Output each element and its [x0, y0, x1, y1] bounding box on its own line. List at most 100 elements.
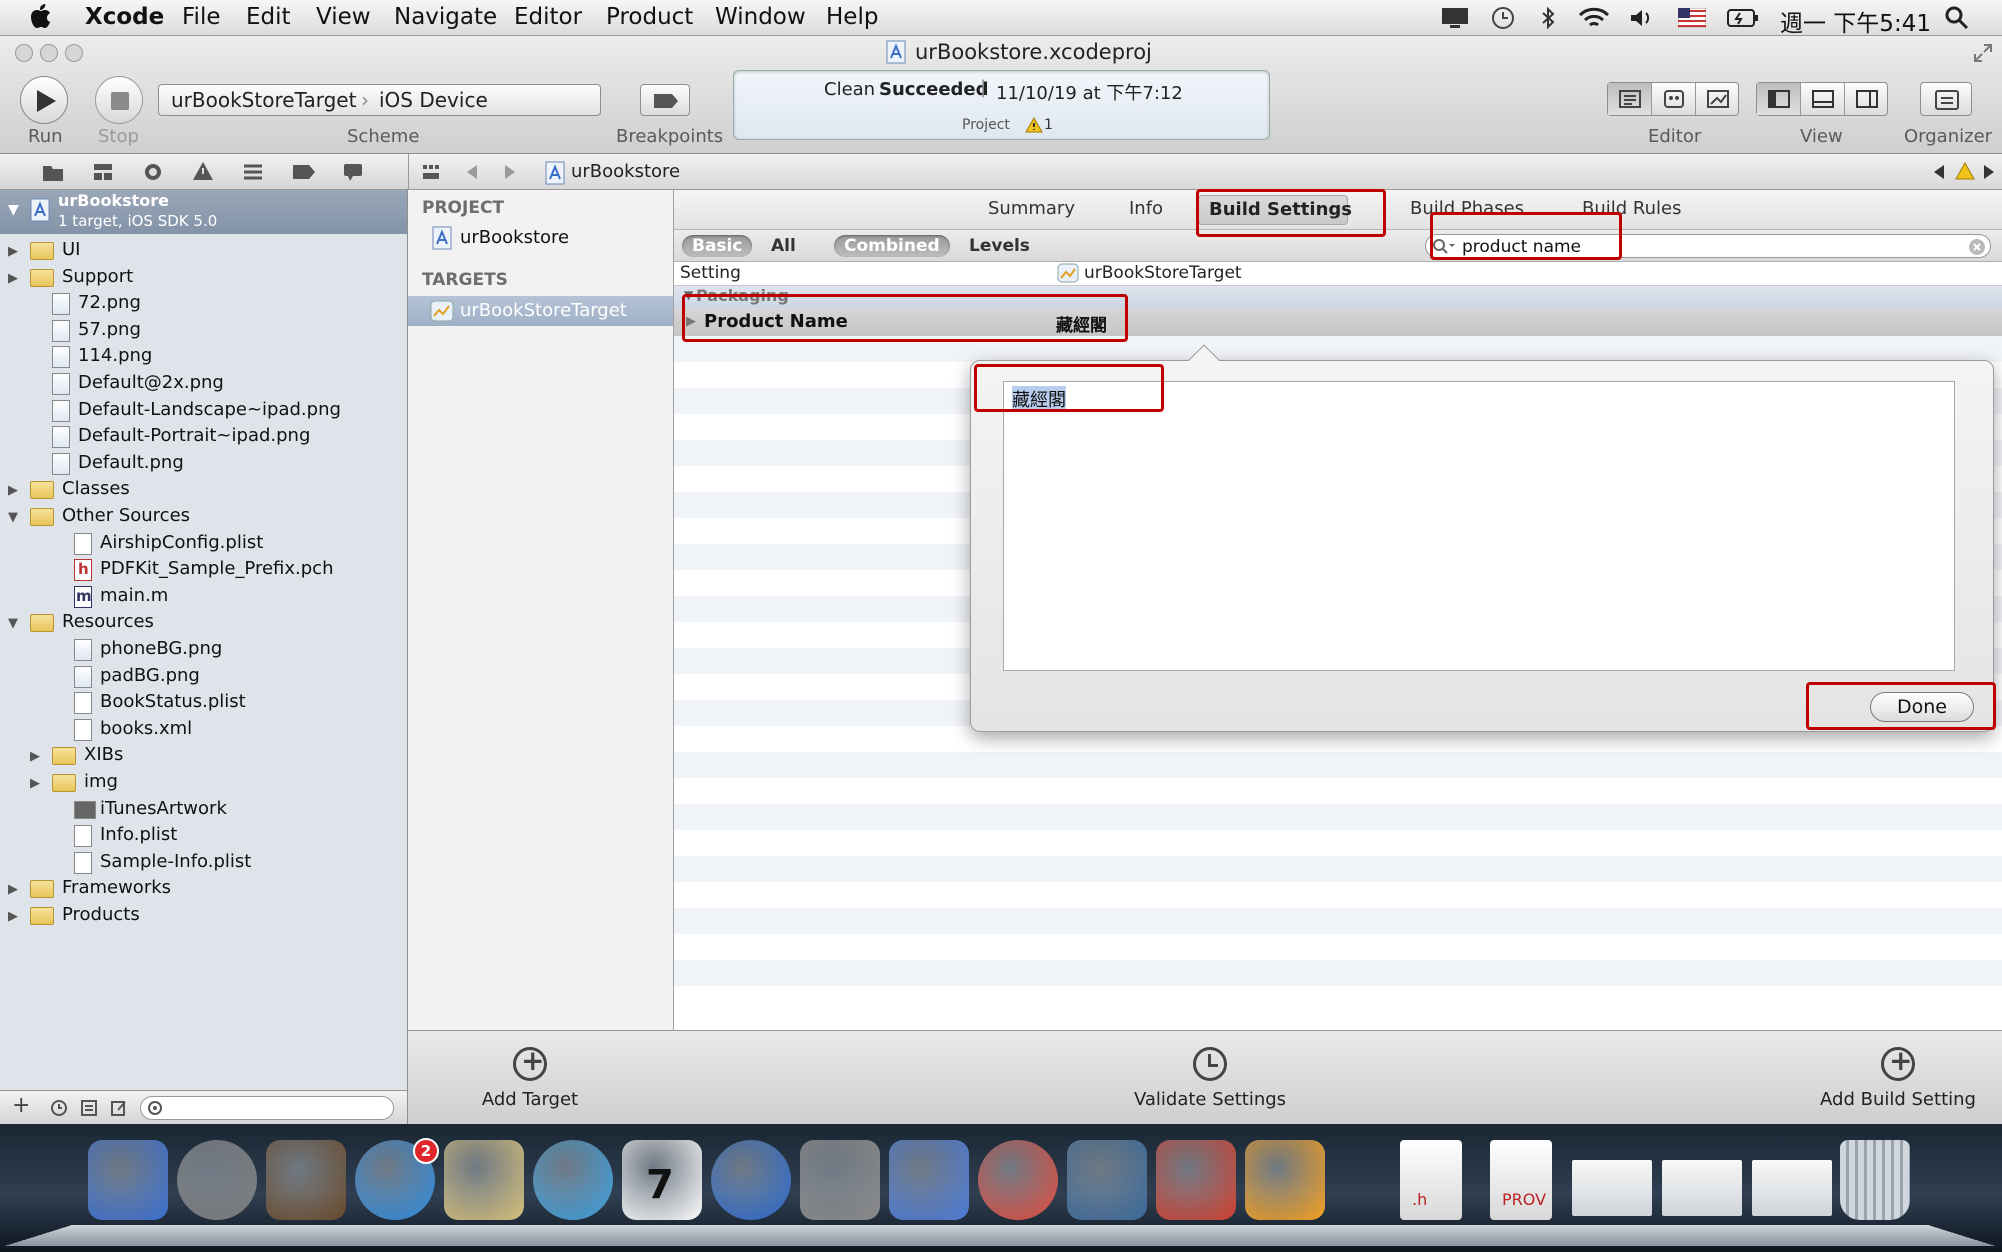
navigator-filter-field[interactable]	[140, 1096, 394, 1120]
menu-file[interactable]: File	[182, 4, 221, 30]
disclosure-closed-icon[interactable]: ▶	[30, 776, 40, 791]
launchpad-icon[interactable]	[177, 1140, 257, 1220]
tree-item-info-plist[interactable]: Info.plist	[0, 823, 407, 849]
log-navigator-icon[interactable]	[342, 162, 364, 182]
itunes-icon[interactable]	[711, 1140, 791, 1220]
tree-item-support[interactable]: ▶ Support	[0, 265, 407, 291]
version-editor-button[interactable]	[1696, 83, 1739, 115]
organizer-button[interactable]	[1920, 82, 1972, 116]
assistant-editor-button[interactable]	[1652, 83, 1696, 115]
filter-basic[interactable]: Basic	[682, 235, 753, 257]
dock-document-icon[interactable]: PROV	[1490, 1140, 1552, 1220]
tree-item-books-xml[interactable]: books.xml	[0, 717, 407, 743]
toggle-navigator-button[interactable]	[1757, 83, 1801, 115]
tree-item-114-png[interactable]: 114.png	[0, 344, 407, 370]
filter-all[interactable]: All	[761, 235, 806, 257]
input-source-flag-icon[interactable]	[1678, 8, 1706, 28]
zoom-window-button[interactable]	[65, 44, 83, 62]
validate-settings-button[interactable]: Validate Settings	[1120, 1047, 1300, 1110]
related-items-icon[interactable]	[421, 163, 441, 181]
volume-icon[interactable]	[1628, 6, 1656, 30]
menu-window[interactable]: Window	[715, 4, 806, 30]
time-machine-icon[interactable]	[1490, 5, 1516, 31]
minimize-window-button[interactable]	[40, 44, 58, 62]
project-item[interactable]: urBookstore	[408, 224, 673, 252]
run-button[interactable]	[20, 76, 68, 124]
menu-app-name[interactable]: Xcode	[85, 4, 164, 30]
disclosure-open-icon[interactable]: ▼	[8, 510, 18, 525]
back-arrow-icon[interactable]	[465, 163, 479, 181]
unsaved-files-icon[interactable]	[80, 1099, 98, 1117]
display-icon[interactable]	[1440, 6, 1470, 30]
disclosure-closed-icon[interactable]: ▶	[30, 749, 40, 764]
tree-item-default-png[interactable]: Default.png	[0, 451, 407, 477]
safari-icon[interactable]	[533, 1140, 613, 1220]
breakpoint-navigator-icon[interactable]	[292, 163, 316, 181]
disclosure-open-icon[interactable]: ▼	[8, 202, 19, 218]
tree-item-classes[interactable]: ▶ Classes	[0, 477, 407, 503]
tree-item-other-sources[interactable]: ▼ Other Sources	[0, 504, 407, 530]
jumpbar-crumb[interactable]: urBookstore	[571, 161, 680, 182]
disclosure-closed-icon[interactable]: ▶	[8, 271, 18, 286]
tree-item-pdfkit-sample-prefix-pch[interactable]: h PDFKit_Sample_Prefix.pch	[0, 557, 407, 583]
navigator-root-row[interactable]: ▼ urBookstore 1 target, iOS SDK 5.0	[0, 190, 407, 234]
apple-menu-icon[interactable]	[30, 4, 54, 30]
menu-edit[interactable]: Edit	[246, 4, 291, 30]
photo-booth-icon[interactable]	[266, 1140, 346, 1220]
menu-editor[interactable]: Editor	[514, 4, 582, 30]
disclosure-open-icon[interactable]: ▼	[8, 616, 18, 631]
popover-text-area[interactable]: 藏經閣	[1003, 381, 1955, 671]
bluetooth-icon[interactable]	[1540, 5, 1556, 31]
finder-icon[interactable]	[88, 1140, 168, 1220]
tree-item-frameworks[interactable]: ▶ Frameworks	[0, 876, 407, 902]
app-icon[interactable]	[1156, 1140, 1236, 1220]
clear-search-icon[interactable]	[1968, 238, 1986, 256]
next-issue-icon[interactable]	[1982, 163, 1996, 181]
add-target-button[interactable]: + Add Target	[460, 1044, 600, 1110]
battery-icon[interactable]	[1726, 7, 1760, 29]
add-build-setting-button[interactable]: + Add Build Setting	[1808, 1044, 1988, 1110]
xcode-icon[interactable]	[889, 1140, 969, 1220]
disclosure-closed-icon[interactable]: ▶	[8, 882, 18, 897]
wifi-icon[interactable]	[1578, 5, 1610, 31]
issue-warning-icon[interactable]	[1955, 162, 1975, 180]
toggle-utilities-button[interactable]	[1845, 83, 1888, 115]
menu-help[interactable]: Help	[826, 4, 878, 30]
issue-navigator-icon[interactable]	[192, 161, 214, 181]
tab-info[interactable]: Info	[1129, 198, 1163, 219]
disclosure-closed-icon[interactable]: ▶	[8, 483, 18, 498]
target-item[interactable]: urBookStoreTarget	[408, 296, 673, 326]
add-file-icon[interactable]: +	[12, 1093, 30, 1118]
tree-item-resources[interactable]: ▼ Resources	[0, 610, 407, 636]
close-window-button[interactable]	[15, 44, 33, 62]
tree-item-default-2x-png[interactable]: Default@2x.png	[0, 371, 407, 397]
warning-icon[interactable]	[1025, 117, 1043, 133]
minimized-window-thumbnail[interactable]	[1572, 1160, 1652, 1216]
menu-navigate[interactable]: Navigate	[394, 4, 497, 30]
tree-item-72-png[interactable]: 72.png	[0, 291, 407, 317]
project-navigator-icon[interactable]	[42, 162, 64, 182]
menubar-clock[interactable]: 週一 下午5:41	[1780, 4, 1931, 38]
trash-icon[interactable]	[1840, 1140, 1910, 1220]
filter-levels[interactable]: Levels	[959, 235, 1040, 257]
tree-item-padbg-png[interactable]: padBG.png	[0, 664, 407, 690]
app-icon[interactable]	[1067, 1140, 1147, 1220]
dock-document-icon[interactable]: .h	[1400, 1140, 1462, 1220]
tree-item-main-m[interactable]: m main.m	[0, 584, 407, 610]
tree-item-products[interactable]: ▶ Products	[0, 903, 407, 929]
tree-item-itunesartwork[interactable]: iTunesArtwork	[0, 797, 407, 823]
chrome-icon[interactable]	[978, 1140, 1058, 1220]
standard-editor-button[interactable]	[1608, 83, 1652, 115]
search-navigator-icon[interactable]	[142, 162, 164, 182]
recent-files-icon[interactable]	[50, 1099, 68, 1117]
tree-item-img[interactable]: ▶ img	[0, 770, 407, 796]
previous-issue-icon[interactable]	[1932, 163, 1946, 181]
forward-arrow-icon[interactable]	[503, 163, 517, 181]
tree-item-phonebg-png[interactable]: phoneBG.png	[0, 637, 407, 663]
tree-item-sample-info-plist[interactable]: Sample-Info.plist	[0, 850, 407, 876]
tree-item-bookstatus-plist[interactable]: BookStatus.plist	[0, 690, 407, 716]
breakpoints-button[interactable]	[640, 84, 690, 116]
disclosure-closed-icon[interactable]: ▶	[8, 244, 18, 259]
symbol-navigator-icon[interactable]	[92, 162, 114, 182]
tree-item-ui[interactable]: ▶ UI	[0, 238, 407, 264]
